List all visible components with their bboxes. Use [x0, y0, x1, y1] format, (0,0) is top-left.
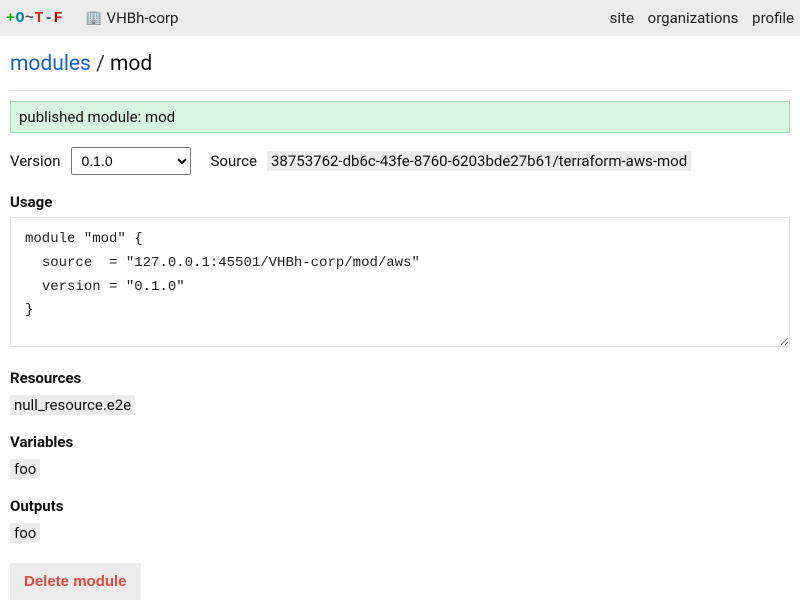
- organization-name[interactable]: VHBh-corp: [107, 9, 179, 27]
- version-label: Version: [10, 152, 61, 170]
- flash-message: published module: mod: [10, 101, 790, 133]
- logo-char: +: [6, 10, 16, 27]
- breadcrumb-separator: /: [91, 52, 110, 76]
- logo-char: ~: [25, 10, 35, 27]
- top-nav: site organizations profile: [600, 9, 794, 27]
- nav-site[interactable]: site: [610, 9, 634, 27]
- logo-char: T: [35, 10, 45, 27]
- output-item: foo: [10, 523, 40, 543]
- divider: [10, 90, 790, 91]
- resources-heading: Resources: [10, 369, 790, 387]
- logo-char: F: [54, 10, 64, 27]
- usage-code[interactable]: [10, 217, 790, 347]
- version-select[interactable]: 0.1.0: [71, 147, 191, 175]
- organization-icon: 🏢: [85, 10, 102, 26]
- main-content: modules / mod published module: mod Vers…: [0, 36, 800, 616]
- site-logo: +O~T-F: [6, 10, 63, 27]
- usage-heading: Usage: [10, 193, 790, 211]
- nav-organizations[interactable]: organizations: [648, 9, 739, 27]
- delete-module-button[interactable]: Delete module: [10, 563, 141, 600]
- variables-heading: Variables: [10, 433, 790, 451]
- breadcrumb: modules / mod: [10, 52, 790, 76]
- source-label: Source: [211, 152, 257, 170]
- variable-item: foo: [10, 459, 40, 479]
- breadcrumb-modules-link[interactable]: modules: [10, 52, 91, 76]
- source-path: 38753762-db6c-43fe-8760-6203bde27b61/ter…: [267, 151, 691, 171]
- breadcrumb-current: mod: [110, 52, 152, 76]
- version-source-row: Version 0.1.0 Source 38753762-db6c-43fe-…: [10, 147, 790, 175]
- topbar: +O~T-F 🏢 VHBh-corp site organizations pr…: [0, 0, 800, 36]
- logo-char: -: [44, 10, 54, 27]
- outputs-heading: Outputs: [10, 497, 790, 515]
- resource-item: null_resource.e2e: [10, 395, 135, 415]
- nav-profile[interactable]: profile: [752, 9, 794, 27]
- logo-char: O: [16, 10, 26, 27]
